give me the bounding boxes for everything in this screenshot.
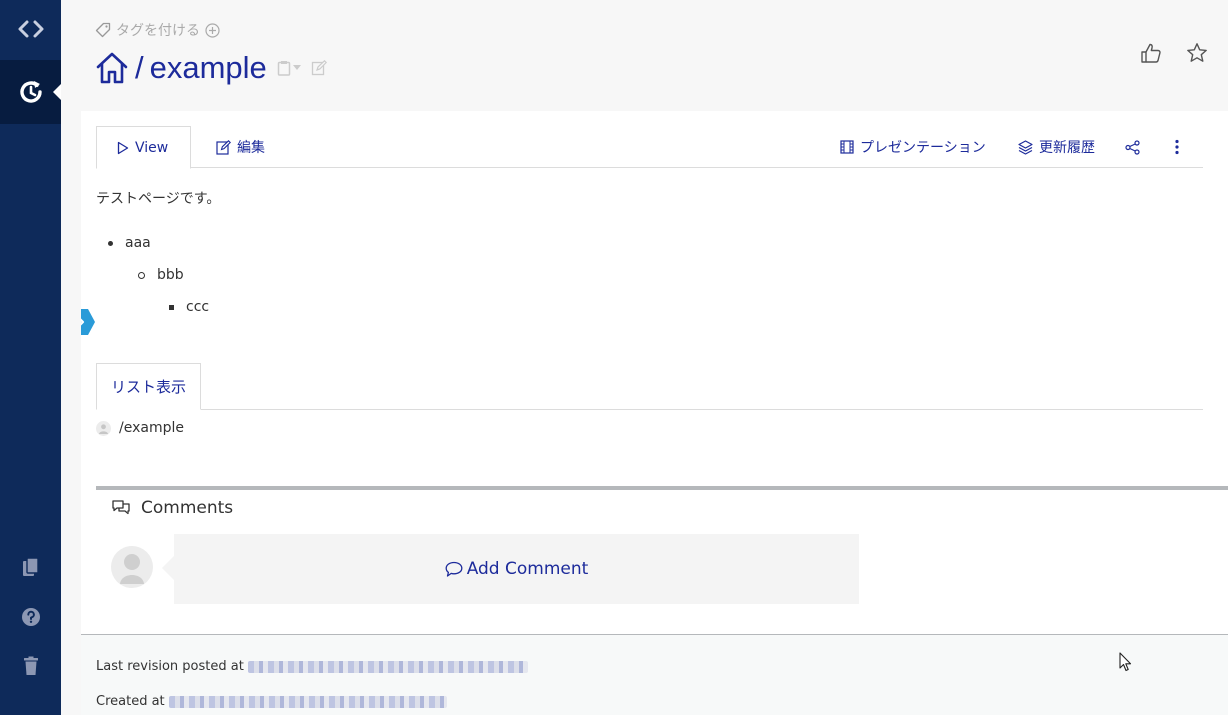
more-menu-button[interactable] — [1174, 126, 1180, 168]
edit-icon — [216, 139, 231, 155]
last-revision-label: Last revision posted at — [96, 659, 244, 674]
user-avatar-icon — [96, 420, 111, 436]
tab-edit-label: 編集 — [237, 140, 265, 156]
tab-edit[interactable]: 編集 — [196, 126, 285, 168]
list-item-text: aaa — [125, 235, 151, 251]
add-comment-button[interactable]: Add Comment — [445, 559, 589, 579]
history-button[interactable]: 更新履歴 — [1018, 126, 1095, 168]
list-view-tabs: リスト表示 — [96, 363, 1203, 410]
list-item-text: bbb — [157, 267, 184, 283]
add-tag-label: タグを付ける — [116, 23, 200, 39]
home-icon[interactable] — [95, 51, 129, 85]
presentation-button[interactable]: プレゼンテーション — [840, 126, 986, 168]
redacted-revision-info — [247, 660, 528, 673]
comments-title: Comments — [141, 498, 234, 518]
tab-list-view[interactable]: リスト表示 — [96, 363, 201, 410]
share-icon — [1125, 139, 1140, 155]
list-item: ccc — [169, 299, 209, 315]
clipboard-icon — [277, 61, 291, 76]
page-header: タグを付ける / example — [81, 0, 1228, 111]
play-icon — [117, 141, 129, 154]
share-button[interactable] — [1125, 126, 1140, 168]
add-comment-label: Add Comment — [466, 559, 589, 579]
page-link-text[interactable]: /example — [119, 420, 184, 436]
page-footer: Last revision posted at Created at — [81, 634, 1228, 715]
sidebar-trash-button[interactable] — [0, 650, 61, 682]
sidebar-copy-button[interactable] — [0, 552, 61, 584]
code-icon — [18, 20, 43, 38]
avatar — [111, 546, 153, 588]
tab-view-label: View — [135, 139, 169, 156]
page-list-item[interactable]: /example — [96, 420, 184, 436]
caret-down-icon — [292, 65, 301, 70]
title-separator: / — [135, 50, 144, 85]
copy-menu-button[interactable] — [277, 60, 301, 76]
sidebar-recent-button[interactable] — [0, 60, 61, 124]
rename-icon[interactable] — [311, 60, 327, 76]
redacted-created-info — [168, 695, 447, 708]
trash-icon — [23, 656, 38, 675]
sidebar-help-button[interactable] — [0, 601, 61, 633]
list-item: aaa — [108, 235, 151, 251]
tag-icon — [95, 22, 111, 38]
history-label: 更新履歴 — [1039, 140, 1095, 156]
star-icon[interactable] — [1186, 42, 1208, 64]
layers-icon — [1018, 139, 1033, 155]
add-tag-button[interactable]: タグを付ける — [95, 20, 220, 40]
last-revision-line: Last revision posted at — [96, 659, 528, 674]
comment-icon — [445, 561, 463, 577]
sidebar — [0, 0, 61, 715]
like-icon[interactable] — [1140, 42, 1162, 64]
comments-header: Comments — [111, 498, 233, 518]
user-icon — [120, 554, 144, 584]
more-vertical-icon — [1175, 139, 1179, 155]
film-icon — [840, 140, 854, 154]
created-label: Created at — [96, 694, 165, 709]
list-item: bbb — [138, 267, 184, 283]
comments-icon — [112, 500, 130, 515]
list-item-text: ccc — [186, 299, 210, 315]
mouse-cursor-icon — [1119, 652, 1132, 672]
presentation-label: プレゼンテーション — [860, 140, 986, 156]
plus-circle-icon — [205, 22, 220, 38]
page-intro: テストページです。 — [96, 191, 221, 207]
page-title: / example — [95, 50, 327, 86]
copy-icon — [22, 557, 39, 576]
main-area: タグを付ける / example View 編集 プレゼンテーション 更新履歴 … — [61, 0, 1228, 715]
page-title-text[interactable]: example — [150, 50, 267, 86]
sidebar-code-button[interactable] — [0, 0, 61, 58]
comments-divider — [96, 486, 1228, 490]
tab-view[interactable]: View — [96, 126, 191, 169]
history-icon — [19, 81, 42, 103]
add-comment-box[interactable]: Add Comment — [162, 534, 859, 604]
created-line: Created at — [96, 694, 447, 709]
help-icon — [21, 608, 40, 626]
page-tabs: View 編集 プレゼンテーション 更新履歴 — [96, 126, 1203, 169]
